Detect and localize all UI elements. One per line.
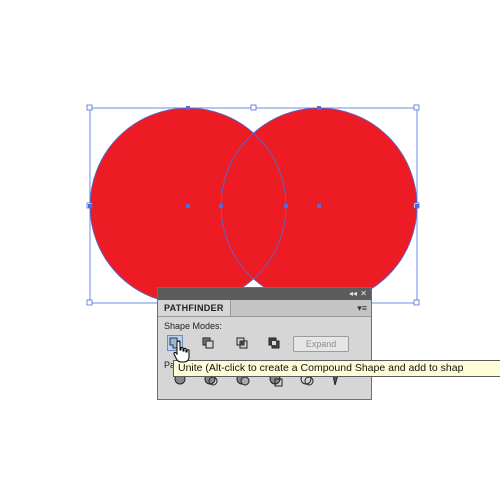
panel-titlebar[interactable]: ◂◂ ✕ — [158, 288, 371, 300]
exclude-button[interactable] — [266, 335, 282, 351]
panel-menu-icon[interactable]: ▾≡ — [357, 302, 367, 314]
exclude-icon — [268, 337, 280, 349]
intersect-button[interactable] — [234, 335, 250, 351]
handle-top-center[interactable] — [250, 104, 257, 111]
expand-button[interactable]: Expand — [293, 336, 349, 352]
close-panel-icon[interactable]: ✕ — [360, 289, 367, 299]
anchor-point[interactable] — [317, 106, 321, 110]
handle-top-right[interactable] — [413, 104, 420, 111]
shape-modes-label: Shape Modes: — [164, 321, 223, 331]
artboard-canvas[interactable] — [0, 0, 500, 500]
tab-pathfinder[interactable]: PATHFINDER — [158, 300, 231, 316]
anchor-point[interactable] — [219, 204, 223, 208]
intersect-icon — [236, 337, 248, 349]
handle-bottom-right[interactable] — [413, 299, 420, 306]
unite-tooltip: Unite (Alt-click to create a Compound Sh… — [173, 360, 500, 377]
center-point — [317, 204, 321, 208]
anchor-point[interactable] — [415, 204, 419, 208]
minus-front-icon — [202, 337, 214, 349]
anchor-point[interactable] — [284, 204, 288, 208]
handle-top-left[interactable] — [86, 104, 93, 111]
anchor-point[interactable] — [186, 106, 190, 110]
anchor-point[interactable] — [88, 204, 92, 208]
hand-pointer-icon — [173, 340, 190, 363]
minus-front-button[interactable] — [200, 335, 216, 351]
panel-tab-row: PATHFINDER ▾≡ — [158, 300, 371, 317]
handle-bottom-left[interactable] — [86, 299, 93, 306]
collapse-panel-icon[interactable]: ◂◂ — [349, 289, 357, 299]
center-point — [186, 204, 190, 208]
